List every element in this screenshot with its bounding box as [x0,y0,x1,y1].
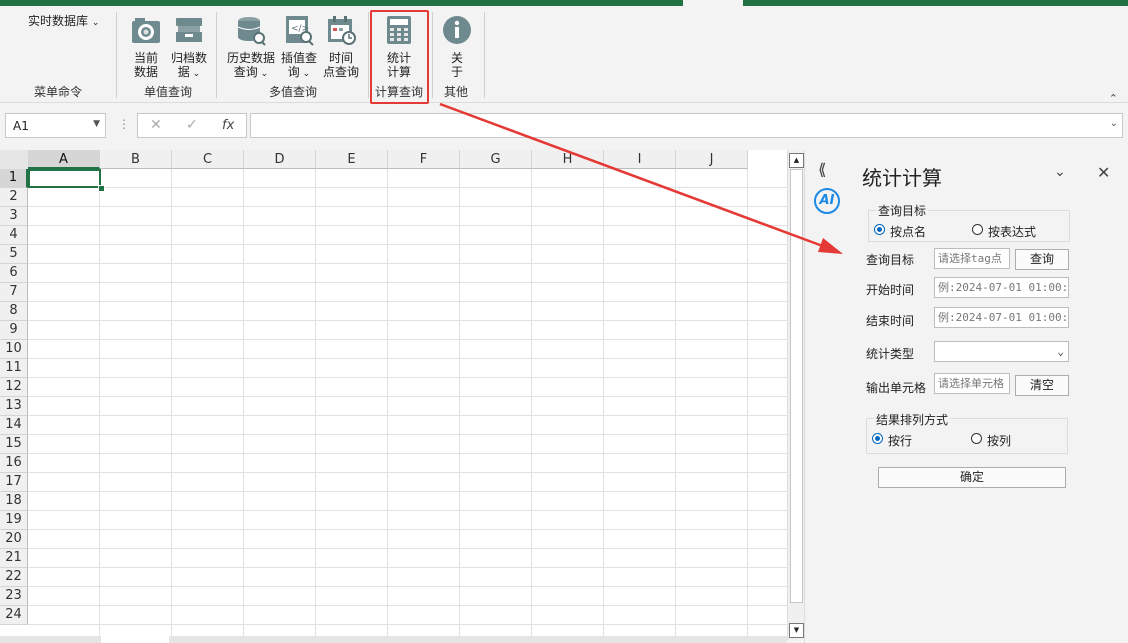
annotation-arrow [439,102,843,254]
